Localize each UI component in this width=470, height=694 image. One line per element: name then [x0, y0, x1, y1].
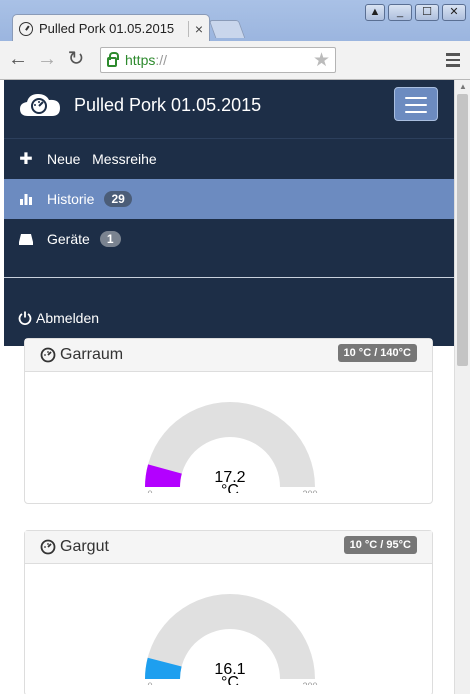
lock-icon: [107, 52, 119, 67]
bar-chart-icon: [20, 194, 32, 205]
back-icon[interactable]: ←: [6, 48, 30, 72]
gauge-favicon-icon: [19, 21, 33, 36]
power-icon: [18, 311, 32, 325]
gauge-max-label: 200: [302, 681, 317, 685]
geraete-count-badge: 1: [99, 231, 121, 247]
maximize-button[interactable]: ☐: [415, 4, 439, 21]
sensor-name: Garraum: [60, 346, 124, 363]
bookmark-star-icon[interactable]: ★: [313, 49, 330, 72]
forward-icon[interactable]: →: [35, 48, 59, 72]
close-window-button[interactable]: ✕: [442, 4, 466, 21]
page-scrollbar[interactable]: ▲: [454, 80, 470, 694]
historie-count-badge: 29: [104, 191, 132, 207]
sensor-panel: Garraum 10 °C / 140°C 17.2 °C 0 200: [24, 338, 433, 504]
minimize-button[interactable]: _: [388, 4, 412, 21]
nav-divider: [4, 277, 454, 278]
scroll-up-arrow-icon[interactable]: ▲: [455, 80, 470, 94]
address-bar[interactable]: https:// ★: [100, 47, 336, 73]
gauge-unit: °C: [221, 482, 239, 493]
sensor-panel: Gargut 10 °C / 95°C 16.1 °C 0 200: [24, 530, 433, 694]
url-scheme: https: [125, 52, 156, 68]
cloud-gauge-logo-icon: [20, 94, 60, 116]
reload-icon[interactable]: ↻: [64, 48, 88, 72]
url-rest: ://: [155, 52, 168, 68]
nav-item-label: Neue Messreihe: [47, 151, 157, 167]
new-tab-button[interactable]: [208, 20, 246, 38]
nav-item-label: Geräte: [47, 231, 90, 247]
brand-title: Pulled Pork 01.05.2015: [74, 94, 262, 115]
tab-title: Pulled Pork 01.05.2015: [39, 21, 175, 36]
gauge-icon: [40, 539, 56, 555]
page-viewport: Pulled Pork 01.05.2015 ✚ Neue Messreihe …: [4, 80, 454, 694]
navbar-toggle-button[interactable]: [394, 87, 438, 121]
gauge-min-label: 0: [147, 489, 152, 493]
profile-button[interactable]: ▲: [365, 4, 385, 21]
logout-link[interactable]: Abmelden: [18, 310, 99, 326]
sensor-name: Gargut: [60, 538, 109, 555]
brand[interactable]: Pulled Pork 01.05.2015: [18, 90, 261, 120]
gauge-max-label: 200: [302, 489, 317, 493]
browser-toolbar: ← → ↻ https:// ★: [0, 41, 470, 80]
nav-item-historie[interactable]: Historie 29: [4, 179, 454, 219]
browser-tab[interactable]: Pulled Pork 01.05.2015 ×: [12, 14, 210, 42]
nav-menu: ✚ Neue Messreihe Historie 29 Geräte 1: [4, 138, 454, 259]
scroll-thumb[interactable]: [457, 94, 468, 366]
sensor-range-label: 10 °C / 140°C: [337, 344, 417, 362]
app-navbar: Pulled Pork 01.05.2015 ✚ Neue Messreihe …: [4, 80, 454, 346]
temperature-gauge: 17.2 °C 0 200: [145, 402, 318, 493]
nav-item-neue-messreihe[interactable]: ✚ Neue Messreihe: [4, 139, 454, 179]
tab-close-button[interactable]: ×: [187, 20, 203, 37]
drive-icon: [19, 234, 33, 245]
sensor-range-label: 10 °C / 95°C: [343, 536, 417, 554]
browser-menu-icon[interactable]: [446, 53, 460, 70]
gauge-unit: °C: [221, 674, 239, 685]
panel-heading: Gargut 10 °C / 95°C: [25, 531, 432, 564]
gauge-icon: [40, 347, 56, 363]
nav-item-geraete[interactable]: Geräte 1: [4, 219, 454, 259]
logout-label: Abmelden: [36, 310, 100, 326]
plus-icon: ✚: [19, 151, 33, 168]
gauge-min-label: 0: [147, 681, 152, 685]
temperature-gauge: 16.1 °C 0 200: [145, 594, 318, 685]
panel-heading: Garraum 10 °C / 140°C: [25, 339, 432, 372]
nav-item-label: Historie: [47, 191, 95, 207]
